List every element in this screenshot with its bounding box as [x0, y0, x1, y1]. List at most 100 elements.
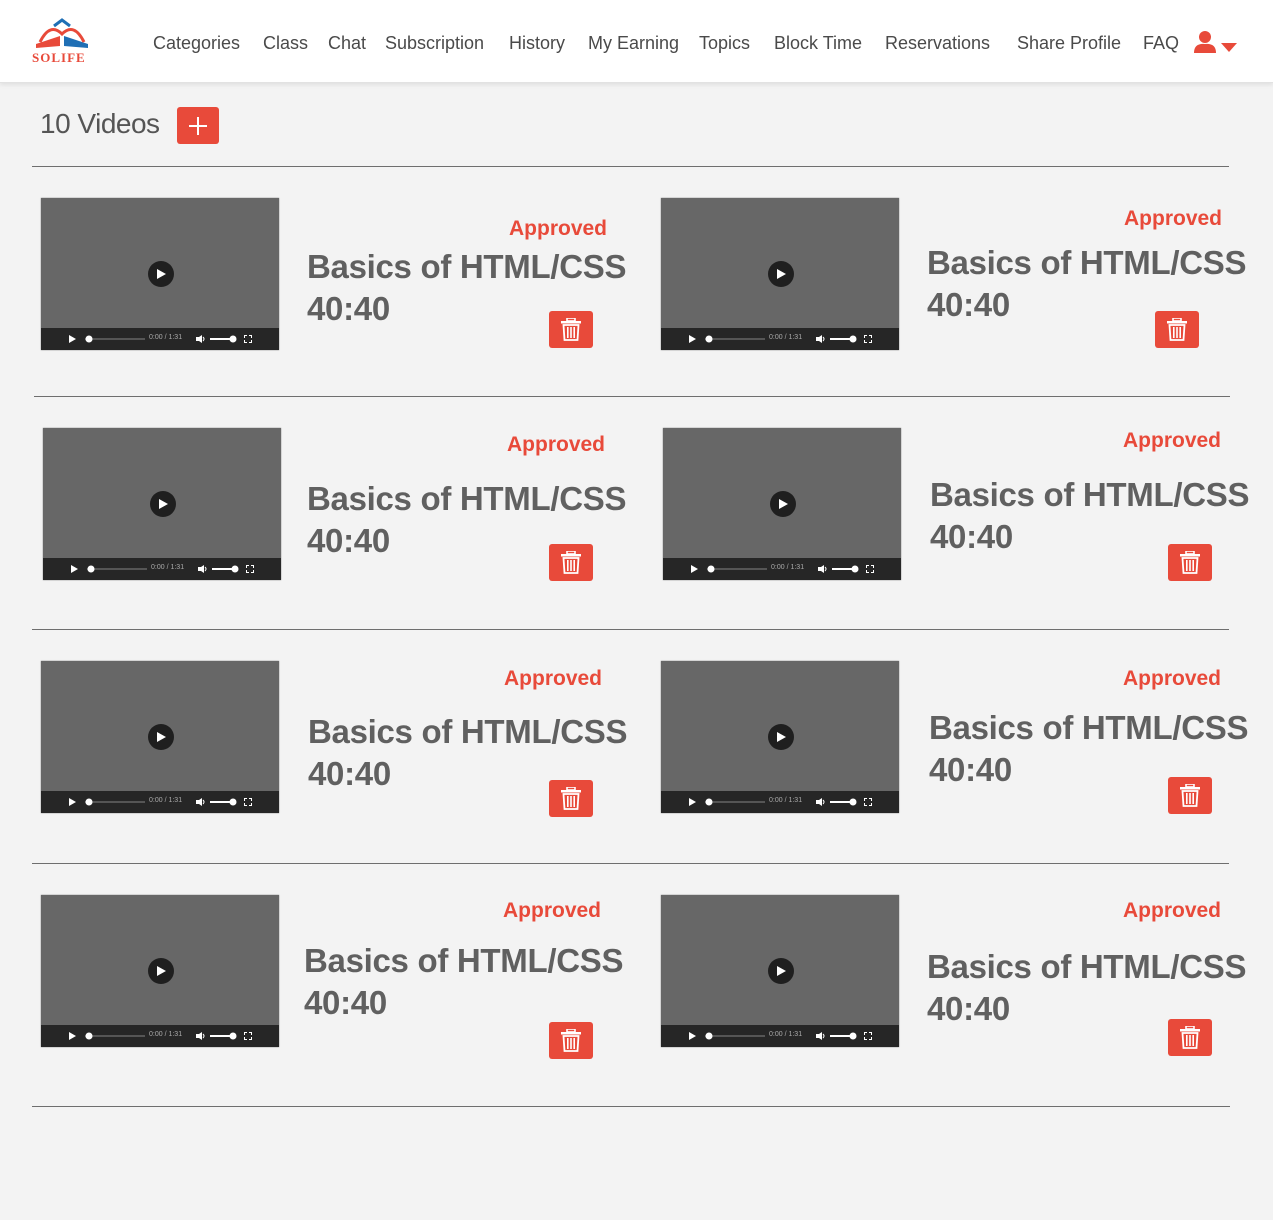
seek-slider[interactable]: [705, 797, 767, 807]
approval-status-badge: Approved: [1123, 429, 1222, 452]
fullscreen-icon[interactable]: [244, 335, 252, 343]
volume-icon[interactable]: [198, 565, 207, 573]
video-card: 0:00 / 1:31 Approved Basics of HTML/CSS …: [41, 661, 641, 861]
fullscreen-icon[interactable]: [864, 1032, 872, 1040]
play-icon[interactable]: [71, 565, 78, 573]
player-controls: 0:00 / 1:31: [661, 1025, 899, 1047]
volume-icon[interactable]: [816, 335, 825, 343]
volume-icon[interactable]: [196, 335, 205, 343]
time-readout: 0:00 / 1:31: [769, 334, 803, 341]
nav-item-block-time[interactable]: Block Time: [774, 33, 862, 54]
trash-icon: [1180, 551, 1200, 574]
play-icon[interactable]: [691, 565, 698, 573]
volume-icon[interactable]: [816, 798, 825, 806]
nav-item-topics[interactable]: Topics: [699, 33, 750, 54]
delete-video-button[interactable]: [549, 544, 593, 581]
play-icon: [779, 499, 788, 509]
fullscreen-icon[interactable]: [864, 335, 872, 343]
video-card: 0:00 / 1:31 Approved Basics of HTML/CSS …: [41, 895, 641, 1095]
play-icon[interactable]: [689, 335, 696, 343]
video-card: 0:00 / 1:31 Approved Basics of HTML/CSS …: [661, 198, 1261, 398]
delete-video-button[interactable]: [1155, 311, 1199, 348]
seek-slider[interactable]: [87, 564, 149, 574]
volume-icon[interactable]: [196, 798, 205, 806]
nav-item-subscription[interactable]: Subscription: [385, 33, 484, 54]
play-icon[interactable]: [69, 798, 76, 806]
seek-slider[interactable]: [85, 1031, 147, 1041]
nav-item-history[interactable]: History: [509, 33, 565, 54]
seek-slider[interactable]: [705, 1031, 767, 1041]
video-player[interactable]: 0:00 / 1:31: [41, 198, 279, 350]
volume-slider[interactable]: [830, 797, 858, 807]
fullscreen-icon[interactable]: [244, 1032, 252, 1040]
play-overlay-button[interactable]: [768, 261, 794, 287]
player-controls: 0:00 / 1:31: [661, 791, 899, 813]
delete-video-button[interactable]: [549, 1022, 593, 1059]
play-overlay-button[interactable]: [770, 491, 796, 517]
video-player[interactable]: 0:00 / 1:31: [661, 895, 899, 1047]
volume-slider[interactable]: [830, 1031, 858, 1041]
play-icon[interactable]: [689, 1032, 696, 1040]
play-overlay-button[interactable]: [148, 261, 174, 287]
video-title-text: Basics of HTML/CSS: [927, 244, 1247, 281]
video-player[interactable]: 0:00 / 1:31: [43, 428, 281, 580]
fullscreen-icon[interactable]: [246, 565, 254, 573]
delete-video-button[interactable]: [1168, 1019, 1212, 1056]
seek-slider[interactable]: [707, 564, 769, 574]
play-icon[interactable]: [69, 1032, 76, 1040]
volume-slider[interactable]: [830, 334, 858, 344]
video-player[interactable]: 0:00 / 1:31: [41, 895, 279, 1047]
delete-video-button[interactable]: [549, 780, 593, 817]
nav-item-categories[interactable]: Categories: [153, 33, 240, 54]
volume-icon[interactable]: [196, 1032, 205, 1040]
volume-icon[interactable]: [818, 565, 827, 573]
fullscreen-icon[interactable]: [244, 798, 252, 806]
delete-video-button[interactable]: [1168, 544, 1212, 581]
player-controls: 0:00 / 1:31: [41, 328, 279, 350]
book-logo-icon: [36, 18, 88, 48]
user-icon: [1194, 31, 1216, 53]
volume-slider[interactable]: [210, 334, 238, 344]
nav-item-share-profile[interactable]: Share Profile: [1017, 33, 1121, 54]
section-divider: [32, 1106, 1230, 1107]
trash-icon: [1180, 1026, 1200, 1049]
video-count-title: 10 Videos: [40, 108, 160, 139]
video-player[interactable]: 0:00 / 1:31: [661, 198, 899, 350]
caret-down-icon: [1221, 43, 1237, 52]
play-overlay-button[interactable]: [148, 958, 174, 984]
seek-slider[interactable]: [705, 334, 767, 344]
play-overlay-button[interactable]: [150, 491, 176, 517]
nav-item-my-earning[interactable]: My Earning: [588, 33, 679, 54]
solife-logo[interactable]: SOLIFE: [30, 16, 94, 66]
time-readout: 0:00 / 1:31: [771, 564, 805, 571]
fullscreen-icon[interactable]: [864, 798, 872, 806]
delete-video-button[interactable]: [549, 311, 593, 348]
volume-slider[interactable]: [212, 564, 240, 574]
play-icon[interactable]: [69, 335, 76, 343]
nav-item-chat[interactable]: Chat: [328, 33, 366, 54]
seek-slider[interactable]: [85, 334, 147, 344]
user-menu[interactable]: [1193, 30, 1239, 56]
seek-slider[interactable]: [85, 797, 147, 807]
play-overlay-button[interactable]: [768, 724, 794, 750]
trash-icon: [561, 1029, 581, 1052]
delete-video-button[interactable]: [1168, 777, 1212, 814]
add-video-button[interactable]: [177, 107, 219, 144]
play-icon[interactable]: [689, 798, 696, 806]
video-player[interactable]: 0:00 / 1:31: [663, 428, 901, 580]
nav-item-reservations[interactable]: Reservations: [885, 33, 990, 54]
volume-slider[interactable]: [210, 797, 238, 807]
play-overlay-button[interactable]: [148, 724, 174, 750]
play-icon: [157, 966, 166, 976]
fullscreen-icon[interactable]: [866, 565, 874, 573]
volume-slider[interactable]: [210, 1031, 238, 1041]
section-divider: [32, 166, 1229, 167]
section-divider: [32, 629, 1229, 630]
volume-icon[interactable]: [816, 1032, 825, 1040]
video-player[interactable]: 0:00 / 1:31: [41, 661, 279, 813]
video-player[interactable]: 0:00 / 1:31: [661, 661, 899, 813]
nav-item-class[interactable]: Class: [263, 33, 308, 54]
volume-slider[interactable]: [832, 564, 860, 574]
play-overlay-button[interactable]: [768, 958, 794, 984]
nav-item-faq[interactable]: FAQ: [1143, 33, 1179, 54]
